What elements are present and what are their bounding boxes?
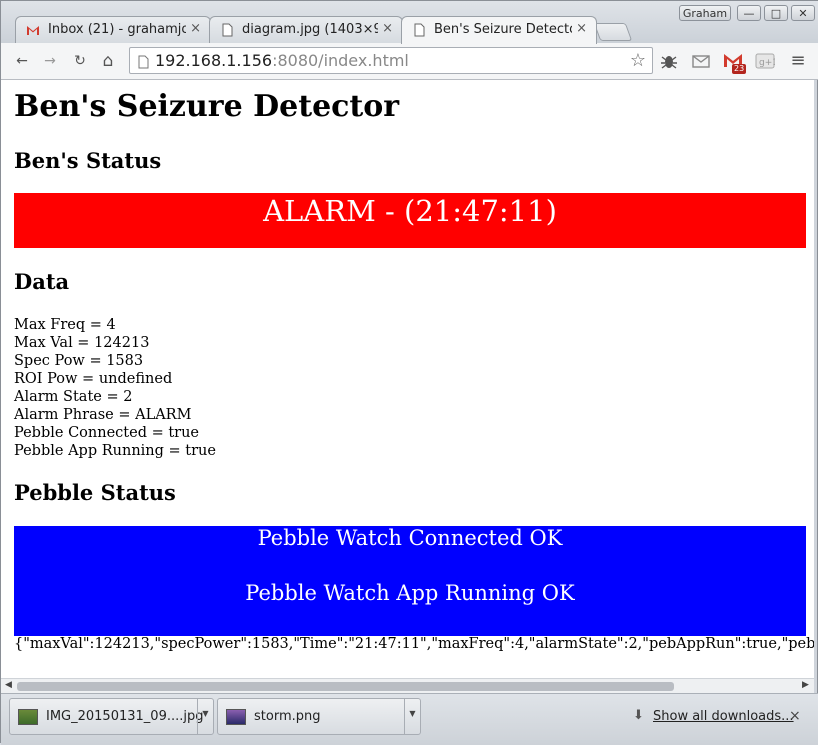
scroll-left-icon[interactable]: ◀ bbox=[5, 680, 12, 690]
tab-seizure-detector[interactable]: Ben's Seizure Detector × bbox=[401, 16, 597, 44]
forward-button[interactable]: → bbox=[41, 52, 59, 70]
url-text: 192.168.1.156:8080/index.html bbox=[155, 51, 409, 70]
data-line-pebble-app-running: Pebble App Running = true bbox=[14, 443, 216, 459]
data-line-alarm-phrase: Alarm Phrase = ALARM bbox=[14, 407, 192, 423]
downloads-shelf: IMG_20150131_09....jpg ▼ storm.png ▼ ⬇ S… bbox=[1, 693, 818, 745]
data-heading: Data bbox=[14, 269, 70, 294]
google-plus-one-icon[interactable]: g+1 bbox=[755, 51, 778, 71]
tab-strip: Inbox (21) - grahamjones × diagram.jpg (… bbox=[1, 1, 818, 44]
pebble-heading: Pebble Status bbox=[14, 480, 176, 505]
close-window-button[interactable]: ✕ bbox=[791, 5, 815, 21]
download-arrow-icon: ⬇ bbox=[633, 708, 644, 723]
browser-window: Inbox (21) - grahamjones × diagram.jpg (… bbox=[0, 0, 818, 745]
reload-button[interactable]: ↻ bbox=[71, 52, 89, 70]
browser-toolbar: ← → ↻ ⌂ 192.168.1.156:8080/index.html ☆ … bbox=[1, 43, 818, 80]
close-tab-icon[interactable]: × bbox=[576, 21, 587, 36]
scrollbar-thumb[interactable] bbox=[17, 682, 674, 691]
data-line-roi-pow: ROI Pow = undefined bbox=[14, 371, 173, 387]
new-tab-button[interactable] bbox=[593, 23, 633, 41]
show-all-downloads-link[interactable]: Show all downloads... bbox=[653, 709, 794, 724]
data-line-alarm-state: Alarm State = 2 bbox=[14, 389, 133, 405]
alarm-status-banner: ALARM - (21:47:11) bbox=[14, 193, 806, 248]
alarm-text: ALARM - (21:47:11) bbox=[263, 194, 557, 228]
tab-label: Ben's Seizure Detector bbox=[434, 22, 572, 37]
page-content: Ben's Seizure Detector Ben's Status ALAR… bbox=[1, 80, 814, 678]
data-list: Max Freq = 4 Max Val = 124213 Spec Pow =… bbox=[14, 316, 216, 460]
svg-text:g+1: g+1 bbox=[759, 58, 775, 68]
data-line-max-freq: Max Freq = 4 bbox=[14, 317, 116, 333]
close-tab-icon[interactable]: × bbox=[382, 21, 393, 36]
close-tab-icon[interactable]: × bbox=[190, 21, 201, 36]
page-icon bbox=[412, 23, 426, 37]
address-bar[interactable]: 192.168.1.156:8080/index.html ☆ bbox=[129, 47, 653, 74]
download-filename: IMG_20150131_09....jpg bbox=[46, 709, 204, 724]
download-item[interactable]: IMG_20150131_09....jpg ▼ bbox=[9, 698, 214, 735]
status-heading: Ben's Status bbox=[14, 148, 162, 173]
url-host: 192.168.1.156 bbox=[155, 51, 273, 70]
page-icon bbox=[220, 23, 234, 37]
unread-count-badge: 23 bbox=[732, 64, 747, 74]
tab-label: diagram.jpg (1403×992) bbox=[242, 22, 378, 37]
bug-extension-icon[interactable] bbox=[659, 51, 679, 71]
bookmark-star-icon[interactable]: ☆ bbox=[630, 50, 646, 71]
data-line-spec-pow: Spec Pow = 1583 bbox=[14, 353, 144, 369]
horizontal-scrollbar[interactable]: ◀ ▶ bbox=[1, 678, 814, 694]
pebble-status-banner: Pebble Watch Connected OK Pebble Watch A… bbox=[14, 526, 806, 636]
data-line-max-val: Max Val = 124213 bbox=[14, 335, 150, 351]
gmail-checker-icon[interactable]: 23 bbox=[723, 51, 747, 74]
back-button[interactable]: ← bbox=[13, 52, 31, 70]
pebble-connected-text: Pebble Watch Connected OK bbox=[257, 526, 563, 550]
page-title: Ben's Seizure Detector bbox=[14, 89, 400, 124]
download-options-arrow-icon[interactable]: ▼ bbox=[404, 699, 420, 734]
profile-button[interactable]: Graham bbox=[679, 5, 731, 21]
download-options-arrow-icon[interactable]: ▼ bbox=[197, 699, 213, 734]
maximize-button[interactable]: □ bbox=[764, 5, 788, 21]
download-filename: storm.png bbox=[254, 709, 321, 724]
mail-extension-icon[interactable] bbox=[691, 51, 711, 71]
home-button[interactable]: ⌂ bbox=[99, 52, 117, 70]
image-file-icon bbox=[226, 709, 246, 725]
download-item[interactable]: storm.png ▼ bbox=[217, 698, 421, 735]
minimize-button[interactable]: — bbox=[737, 5, 761, 21]
data-line-pebble-connected: Pebble Connected = true bbox=[14, 425, 200, 441]
gmail-icon bbox=[26, 23, 40, 37]
tab-diagram[interactable]: diagram.jpg (1403×992) × bbox=[209, 16, 403, 43]
menu-button[interactable]: ≡ bbox=[789, 52, 807, 70]
raw-json-text: {"maxVal":124213,"specPower":1583,"Time"… bbox=[14, 636, 814, 652]
close-shelf-icon[interactable]: × bbox=[789, 708, 801, 724]
tab-inbox[interactable]: Inbox (21) - grahamjones × bbox=[15, 16, 211, 43]
scroll-right-icon[interactable]: ▶ bbox=[802, 680, 809, 690]
image-file-icon bbox=[18, 709, 38, 725]
url-path: :8080/index.html bbox=[272, 51, 409, 70]
tab-label: Inbox (21) - grahamjones bbox=[48, 22, 186, 37]
pebble-app-running-text: Pebble Watch App Running OK bbox=[245, 581, 575, 605]
page-info-icon[interactable] bbox=[138, 54, 149, 69]
